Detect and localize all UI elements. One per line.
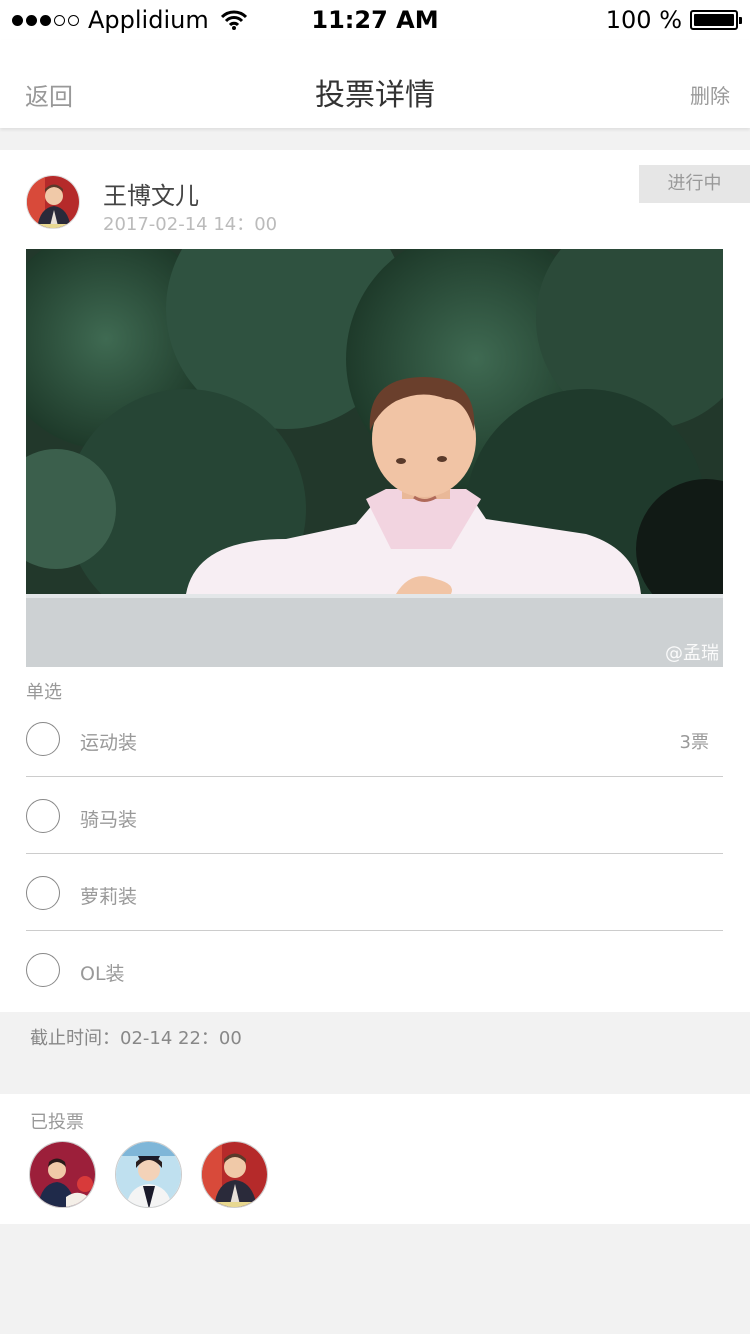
option-label: 萝莉装 — [80, 886, 138, 908]
radio-button[interactable] — [26, 799, 60, 833]
page-title: 投票详情 — [315, 78, 435, 113]
author-name: 王博文儿 — [103, 182, 199, 210]
option-vote-count: 3票 — [679, 732, 709, 753]
vote-option[interactable]: 运动装 3票 — [26, 700, 723, 777]
battery-status: 100 % — [605, 6, 742, 34]
photo-watermark: @孟瑞 — [665, 643, 719, 664]
vote-option[interactable]: 骑马装 — [26, 777, 723, 854]
option-label: 骑马装 — [80, 809, 138, 831]
radio-button[interactable] — [26, 953, 60, 987]
status-bar: Applidium 11:27 AM 100 % — [0, 0, 750, 40]
vote-options: 运动装 3票 骑马装 萝莉装 OL装 — [26, 700, 723, 1008]
avatar[interactable] — [201, 1141, 268, 1208]
radio-button[interactable] — [26, 876, 60, 910]
avatar[interactable] — [26, 175, 80, 229]
option-label: 运动装 — [80, 732, 138, 754]
battery-icon — [690, 10, 742, 30]
avatar[interactable] — [115, 1141, 182, 1208]
delete-button[interactable]: 删除 — [690, 80, 730, 109]
voted-section: 已投票 — [0, 1094, 750, 1224]
radio-button[interactable] — [26, 722, 60, 756]
post-photo[interactable]: @孟瑞 — [26, 249, 723, 667]
navigation-bar: 返回 投票详情 删除 — [0, 40, 750, 128]
option-label: OL装 — [80, 963, 125, 985]
deadline-text: 截止时间：02-14 22：00 — [30, 1028, 242, 1049]
avatar[interactable] — [29, 1141, 96, 1208]
voter-list — [29, 1141, 287, 1208]
post-date: 2017-02-14 14：00 — [103, 214, 278, 235]
voted-title: 已投票 — [30, 1112, 84, 1133]
status-badge: 进行中 — [639, 165, 750, 203]
vote-option[interactable]: OL装 — [26, 931, 723, 1008]
vote-option[interactable]: 萝莉装 — [26, 854, 723, 931]
vote-card: 王博文儿 2017-02-14 14：00 进行中 @孟瑞 单选 运动装 3票 … — [0, 150, 750, 1012]
battery-percent: 100 % — [605, 6, 682, 34]
